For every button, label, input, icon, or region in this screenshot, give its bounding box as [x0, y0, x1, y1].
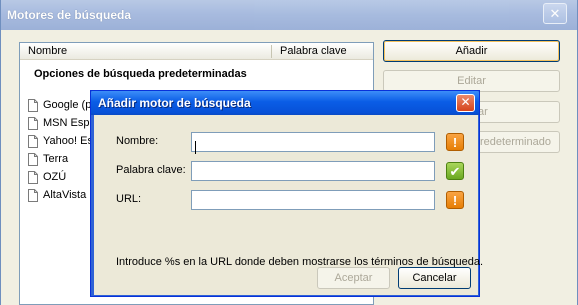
accept-button[interactable]: Aceptar: [317, 267, 390, 289]
list-item-label: Terra: [43, 153, 69, 165]
document-icon: [28, 134, 38, 148]
column-separator[interactable]: [271, 45, 272, 58]
name-field[interactable]: [191, 132, 435, 152]
dialog-title: Añadir motor de búsqueda: [98, 96, 251, 110]
add-search-engine-dialog: Añadir motor de búsqueda ✕ Nombre: ! Pal…: [90, 90, 483, 297]
document-icon: [28, 188, 38, 202]
keyword-label: Palabra clave:: [116, 164, 186, 176]
list-item-label: OZÚ: [43, 171, 67, 183]
list-header: Nombre Palabra clave: [20, 43, 373, 60]
url-label: URL:: [116, 193, 142, 205]
window-title: Motores de búsqueda: [7, 8, 132, 22]
text-caret: [195, 141, 196, 154]
warning-icon: !: [446, 133, 464, 151]
keyword-field[interactable]: [191, 161, 435, 181]
column-header-keyword[interactable]: Palabra clave: [280, 45, 347, 57]
dialog-close-button[interactable]: ✕: [456, 94, 475, 112]
edit-button[interactable]: Editar: [383, 70, 560, 92]
window-titlebar[interactable]: Motores de búsqueda ✕: [1, 0, 577, 30]
window-close-button[interactable]: ✕: [543, 3, 567, 24]
document-icon: [28, 170, 38, 184]
url-field[interactable]: [191, 190, 435, 210]
document-icon: [28, 98, 38, 112]
warning-icon: !: [446, 191, 464, 209]
dialog-body: Nombre: ! Palabra clave: ✔ URL: ! Introd…: [94, 115, 483, 295]
add-button[interactable]: Añadir: [383, 40, 560, 62]
document-icon: [28, 116, 38, 130]
group-title-default-options: Opciones de búsqueda predeterminadas: [34, 68, 247, 80]
document-icon: [28, 152, 38, 166]
column-header-name[interactable]: Nombre: [28, 45, 67, 57]
list-item-label: AltaVista: [43, 189, 87, 201]
cancel-button[interactable]: Cancelar: [398, 267, 471, 289]
name-label: Nombre:: [116, 135, 159, 147]
dialog-titlebar[interactable]: Añadir motor de búsqueda ✕: [91, 91, 479, 115]
checkmark-icon: ✔: [446, 162, 464, 180]
